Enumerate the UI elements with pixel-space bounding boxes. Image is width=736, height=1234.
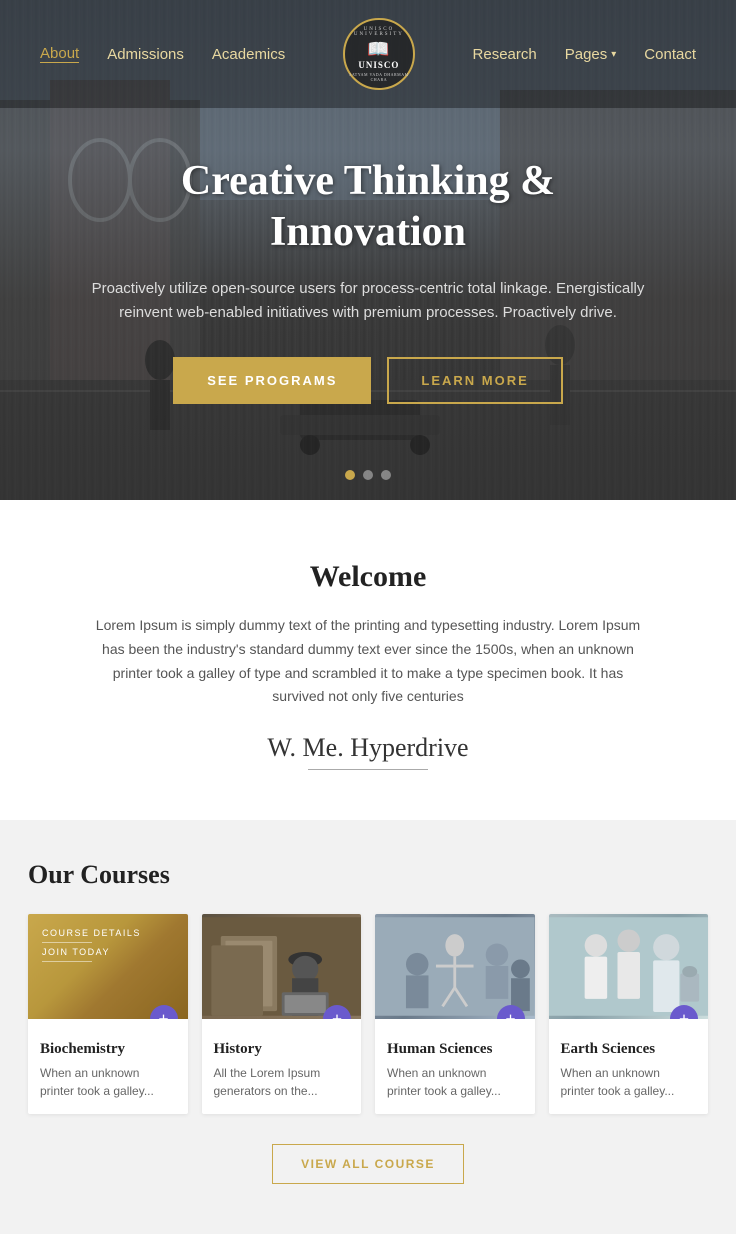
course-body-history: History All the Lorem Ipsum generators o… — [202, 1019, 362, 1114]
course-image-biochemistry: COURSE DETAILS JOIN TODAY + — [28, 914, 188, 1019]
welcome-text: Lorem Ipsum is simply dummy text of the … — [88, 614, 648, 709]
course-card-human-sciences: + Human Sciences When an unknown printer… — [375, 914, 535, 1114]
navbar: About Admissions Academics UNISCO UNIVER… — [0, 0, 736, 108]
course-card-earth-sciences: + Earth Sciences When an unknown printer… — [549, 914, 709, 1114]
signature-line — [308, 769, 428, 770]
welcome-title: Welcome — [80, 560, 656, 594]
course-body-earth-sciences: Earth Sciences When an unknown printer t… — [549, 1019, 709, 1114]
course-desc-biochemistry: When an unknown printer took a galley... — [40, 1064, 176, 1100]
course-image-history: + — [202, 914, 362, 1019]
courses-grid: COURSE DETAILS JOIN TODAY + Biochemistry… — [28, 914, 708, 1114]
hero-title: Creative Thinking & Innovation — [78, 156, 658, 257]
course-desc-earth-sciences: When an unknown printer took a galley... — [561, 1064, 697, 1100]
courses-section: Our Courses COURSE DETAILS JOIN TODAY + … — [0, 820, 736, 1234]
course-image-human-sciences: + — [375, 914, 535, 1019]
dot-2[interactable] — [363, 470, 373, 480]
nav-link-pages[interactable]: Pages ▾ — [565, 46, 617, 63]
hero-content: Creative Thinking & Innovation Proactive… — [78, 96, 658, 404]
signature: W. Me. Hyperdrive — [80, 733, 656, 763]
course-desc-history: All the Lorem Ipsum generators on the... — [214, 1064, 350, 1100]
hero-subtitle: Proactively utilize open-source users fo… — [78, 277, 658, 325]
course-join-line — [42, 961, 92, 962]
nav-link-research[interactable]: Research — [473, 46, 537, 63]
nav-link-about[interactable]: About — [40, 45, 79, 63]
dot-3[interactable] — [381, 470, 391, 480]
logo[interactable]: UNISCO UNIVERSITY 📖 UNISCO SATYAM VADA D… — [343, 18, 415, 90]
see-programs-button[interactable]: SEE PROGRAMS — [173, 357, 371, 404]
course-plus-biochemistry[interactable]: + — [150, 1005, 178, 1019]
course-image-earth-sciences: + — [549, 914, 709, 1019]
course-body-human-sciences: Human Sciences When an unknown printer t… — [375, 1019, 535, 1114]
logo-brand: UNISCO — [358, 60, 399, 70]
course-name-history: History — [214, 1041, 350, 1058]
dot-1[interactable] — [345, 470, 355, 480]
course-name-biochemistry: Biochemistry — [40, 1041, 176, 1058]
nav-link-academics[interactable]: Academics — [212, 46, 285, 63]
logo-emblem: 📖 — [367, 39, 390, 60]
course-body-biochemistry: Biochemistry When an unknown printer too… — [28, 1019, 188, 1114]
view-all-courses-button[interactable]: VIEW ALL COURSE — [272, 1144, 464, 1184]
nav-left: About Admissions Academics — [40, 45, 285, 63]
view-all-wrapper: VIEW ALL COURSE — [28, 1144, 708, 1184]
course-desc-human-sciences: When an unknown printer took a galley... — [387, 1064, 523, 1100]
course-name-human-sciences: Human Sciences — [387, 1041, 523, 1058]
welcome-section: Welcome Lorem Ipsum is simply dummy text… — [0, 500, 736, 820]
nav-right: Research Pages ▾ Contact — [473, 46, 696, 63]
nav-link-contact[interactable]: Contact — [644, 46, 696, 63]
hero-dots — [345, 470, 391, 480]
logo-text-top: UNISCO UNIVERSITY — [345, 27, 413, 37]
chevron-down-icon: ▾ — [611, 49, 616, 60]
logo-text-bottom: SATYAM VADA DHARMAM CHARA — [345, 72, 413, 82]
signature-block: W. Me. Hyperdrive — [80, 733, 656, 770]
course-detail-line — [42, 942, 92, 943]
course-detail-label: COURSE DETAILS — [42, 928, 141, 938]
course-card-history: + History All the Lorem Ipsum generators… — [202, 914, 362, 1114]
course-card-biochemistry: COURSE DETAILS JOIN TODAY + Biochemistry… — [28, 914, 188, 1114]
courses-title: Our Courses — [28, 860, 708, 890]
learn-more-button[interactable]: LEARN MORE — [387, 357, 562, 404]
course-name-earth-sciences: Earth Sciences — [561, 1041, 697, 1058]
course-join-label: JOIN TODAY — [42, 947, 110, 957]
hero-buttons: SEE PROGRAMS LEARN MORE — [78, 357, 658, 404]
nav-link-admissions[interactable]: Admissions — [107, 46, 184, 63]
